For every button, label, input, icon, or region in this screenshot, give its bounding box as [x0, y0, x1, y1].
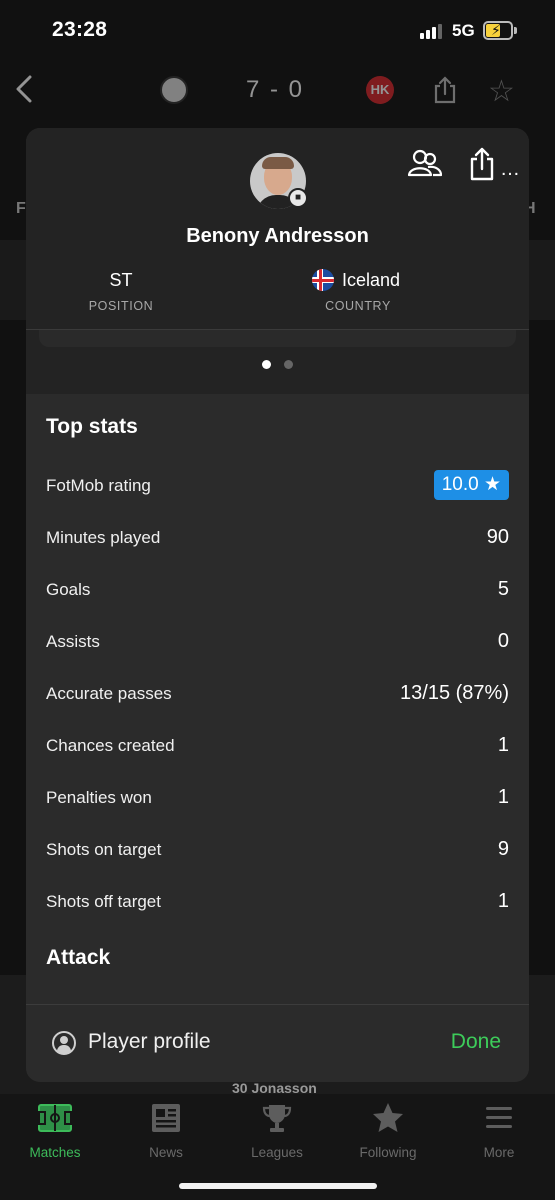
status-bar: 23:28 5G ⚡ — [0, 0, 555, 62]
stat-value: 5 — [497, 578, 509, 600]
tab-following[interactable]: Following — [333, 1102, 443, 1162]
player-header: ■ … Benony Andresson ST POSITION Iceland… — [26, 128, 529, 394]
player-profile-button[interactable]: Player profile — [88, 1030, 211, 1054]
battery-charging-icon: ⚡ — [483, 21, 517, 40]
network-type: 5G — [452, 21, 475, 40]
stat-label: Penalties won — [46, 788, 152, 807]
top-stats-title: Top stats — [46, 415, 138, 438]
stat-label: FotMob rating — [46, 476, 151, 495]
stat-row: Minutes played 90 — [46, 522, 509, 556]
position-value: ST — [109, 270, 133, 290]
share-icon[interactable] — [468, 146, 496, 182]
stat-label: Assists — [46, 632, 100, 651]
stat-row: Penalties won 1 — [46, 782, 509, 816]
tab-label: Matches — [29, 1145, 81, 1160]
country-label: COUNTRY — [325, 299, 391, 313]
attack-title: Attack — [46, 946, 111, 969]
rating-badge: 10.0 ★ — [433, 470, 509, 500]
favorite-star-icon[interactable]: ☆ — [488, 74, 515, 109]
tab-news[interactable]: News — [111, 1102, 221, 1162]
stat-row: Accurate passes 13/15 (87%) — [46, 678, 509, 712]
stat-label: Minutes played — [46, 528, 161, 547]
menu-icon — [486, 1107, 512, 1128]
away-team-badge[interactable]: HK — [366, 76, 394, 104]
stat-label: Shots off target — [46, 892, 161, 911]
tab-more[interactable]: More — [444, 1102, 554, 1162]
player-stats-modal: ■ … Benony Andresson ST POSITION Iceland… — [26, 128, 529, 1082]
stat-value: 0 — [497, 630, 509, 652]
more-icon[interactable]: … — [500, 158, 521, 181]
page-dot[interactable] — [284, 360, 293, 369]
home-indicator[interactable] — [179, 1183, 377, 1189]
stat-row: Shots off target 1 — [46, 886, 509, 920]
stat-row: FotMob rating 10.0 ★ — [46, 470, 509, 504]
newspaper-icon — [152, 1104, 180, 1132]
done-button[interactable]: Done — [451, 1030, 501, 1054]
stat-value: 9 — [497, 838, 509, 860]
compare-players-icon[interactable] — [408, 148, 442, 180]
stat-value: 90 — [486, 526, 509, 548]
club-badge-icon: ■ — [288, 188, 308, 208]
player-name: Benony Andresson — [186, 225, 369, 247]
stat-label: Goals — [46, 580, 91, 599]
back-icon[interactable] — [14, 74, 36, 104]
carousel-panel — [39, 330, 516, 347]
stat-label: Accurate passes — [46, 684, 172, 703]
stat-label: Shots on target — [46, 840, 162, 859]
stat-row: Chances created 1 — [46, 730, 509, 764]
modal-footer: Player profile Done — [26, 1004, 529, 1082]
tab-label: Leagues — [251, 1145, 303, 1160]
stat-row: Shots on target 9 — [46, 834, 509, 868]
match-header: 7 - 0 HK ☆ — [0, 62, 555, 122]
person-icon[interactable] — [52, 1031, 76, 1055]
iceland-flag-icon — [312, 269, 334, 291]
stat-value: 1 — [497, 734, 509, 756]
home-team-badge[interactable] — [160, 76, 188, 104]
position-label: POSITION — [88, 299, 154, 313]
share-icon[interactable] — [432, 76, 458, 104]
stat-row: Assists 0 — [46, 626, 509, 660]
star-icon — [373, 1103, 403, 1132]
pitch-icon — [38, 1104, 72, 1132]
tab-matches[interactable]: Matches — [0, 1102, 110, 1162]
stat-value: 13/15 (87%) — [400, 682, 509, 704]
bg-tab-left: F — [16, 200, 26, 217]
stat-value: 1 — [497, 786, 509, 808]
stat-row: Goals 5 — [46, 574, 509, 608]
page-dot-active[interactable] — [262, 360, 271, 369]
match-score: 7 - 0 — [246, 76, 305, 103]
signal-icon — [420, 23, 444, 39]
tab-leagues[interactable]: Leagues — [222, 1102, 332, 1162]
stat-label: Chances created — [46, 736, 175, 755]
tab-label: Following — [359, 1145, 417, 1160]
country-value: Iceland — [342, 270, 401, 290]
tab-label: News — [149, 1145, 183, 1160]
trophy-icon — [262, 1105, 292, 1132]
status-time: 23:28 — [52, 18, 108, 41]
stat-value: 1 — [497, 890, 509, 912]
tab-label: More — [483, 1145, 515, 1160]
